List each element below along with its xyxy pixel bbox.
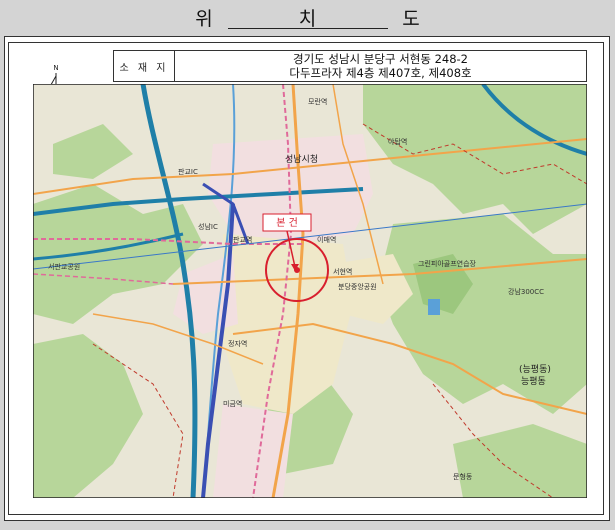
- label-munhyeong: 문형동: [453, 473, 473, 481]
- label-yatap-station: 야탑역: [388, 137, 407, 146]
- address-line-2: 다두프라자 제4층 제407호, 제408호: [289, 66, 472, 80]
- address-line-1: 경기도 성남시 분당구 서현동 248-2: [293, 52, 468, 66]
- label-jeongja-station: 정자역: [228, 339, 247, 348]
- label-seongnam-city-hall: 성남시청: [285, 154, 318, 165]
- address-value: 경기도 성남시 분당구 서현동 248-2 다두프라자 제4층 제407호, 제…: [175, 51, 586, 81]
- page-title: 위 치 도: [195, 8, 460, 30]
- address-label: 소 재 지: [114, 51, 175, 81]
- label-imae-station: 이매역: [317, 235, 336, 244]
- label-neungpyeong-dong: (능평동): [519, 364, 551, 375]
- label-pangyo-station: 판교역: [233, 235, 252, 244]
- label-neungpyeong: 능평동: [521, 376, 546, 387]
- label-seongnam-ic: 성남IC: [198, 222, 218, 231]
- label-seohyeon-station: 서현역: [333, 267, 352, 276]
- subject-dot: [294, 267, 300, 273]
- label-bundang-central-park: 분당중앙공원: [338, 282, 377, 291]
- address-table: 소 재 지 경기도 성남시 분당구 서현동 248-2 다두프라자 제4층 제4…: [113, 50, 587, 82]
- subject-label: 본 건: [276, 217, 298, 229]
- label-seopan-park: 서판교공원: [48, 262, 80, 271]
- label-pangyo-ic: 판교IC: [178, 167, 198, 176]
- page-background: 위 치 도 소 재 지 경기도 성남시 분당구 서현동 248-2 다두프라자 …: [0, 0, 615, 530]
- location-map[interactable]: 성남시청 모란역 판교역 이매역 정자역 미금역 서현역 야탑역 판교IC 성남…: [33, 84, 587, 498]
- lake: [428, 299, 440, 315]
- label-gangnam-cc: 강남300CC: [508, 287, 544, 296]
- title-underline: [228, 28, 388, 29]
- label-golf-practice: 그린피아골프연습장: [418, 259, 477, 268]
- label-moran-station: 모란역: [308, 97, 327, 106]
- label-migeum-station: 미금역: [223, 399, 242, 408]
- north-label: N: [53, 64, 58, 72]
